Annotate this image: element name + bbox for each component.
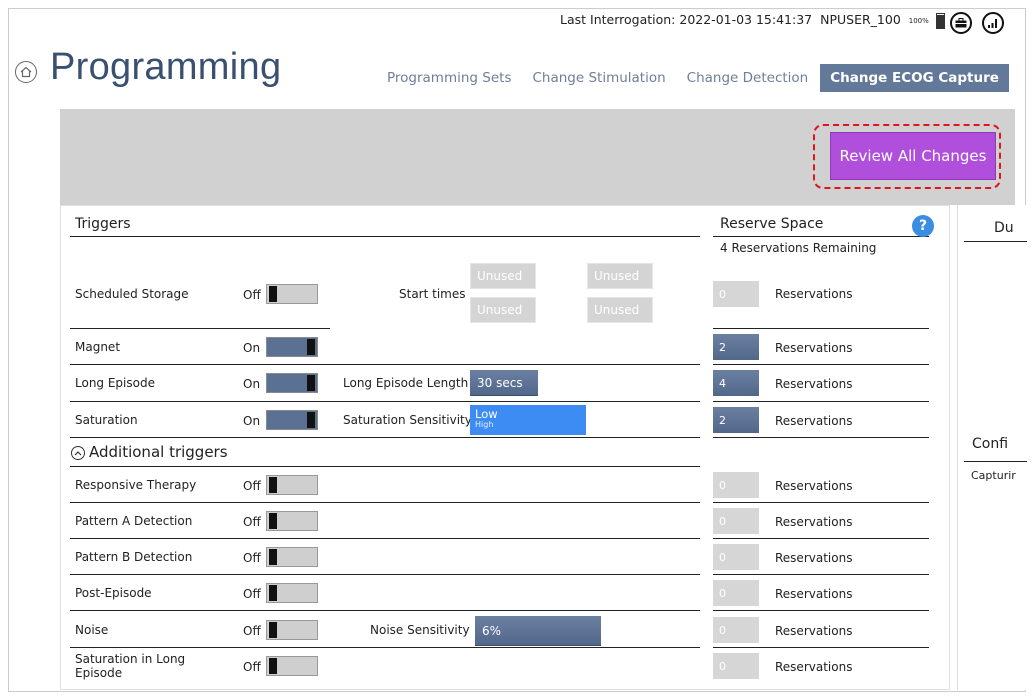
reserve-input-scheduled-storage[interactable]: 0 <box>713 281 759 307</box>
trigger-state-responsive-therapy: Off <box>243 479 261 493</box>
triggers-header: Triggers <box>75 216 131 232</box>
trigger-label-pattern-a-detection: Pattern A Detection <box>75 514 193 528</box>
tab-bar: Programming Sets Change Stimulation Chan… <box>387 64 1009 92</box>
user-name: NPUSER_100 <box>820 12 901 27</box>
reservations-label: Reservations <box>775 660 853 674</box>
reserve-space-header: Reserve Space <box>720 216 824 232</box>
tab-change-detection[interactable]: Change Detection <box>687 70 809 86</box>
toggle-pattern-b-detection[interactable] <box>266 547 318 567</box>
toggle-responsive-therapy[interactable] <box>266 475 318 495</box>
toggle-noise[interactable] <box>266 620 318 640</box>
toggle-pattern-a-detection[interactable] <box>266 511 318 531</box>
start-time-slot-1[interactable]: Unused <box>470 263 536 289</box>
reservations-label: Reservations <box>775 624 853 638</box>
side-header-config: Confi <box>972 436 1009 452</box>
noise-sensitivity-label: Noise Sensitivity <box>370 623 470 637</box>
additional-triggers-header[interactable]: Additional triggers <box>89 443 228 461</box>
start-time-slot-4[interactable]: Unused <box>587 297 653 323</box>
battery-percent: 100% <box>908 16 929 25</box>
trigger-label-scheduled-storage: Scheduled Storage <box>75 287 189 301</box>
saturation-sensitivity-value: Low <box>475 407 498 421</box>
side-header-duration: Du <box>994 220 1014 236</box>
reserve-input-post-episode[interactable]: 0 <box>713 580 759 606</box>
review-all-changes-button[interactable]: Review All Changes <box>830 132 996 180</box>
trigger-label-long-episode: Long Episode <box>75 376 155 390</box>
side-capturing-text: Capturir <box>971 469 1016 482</box>
help-icon[interactable]: ? <box>912 215 934 237</box>
trigger-label-magnet: Magnet <box>75 340 121 354</box>
start-times-label: Start times <box>399 287 466 301</box>
tab-programming-sets[interactable]: Programming Sets <box>387 70 511 86</box>
toggle-long-episode[interactable] <box>266 373 318 393</box>
battery-icon <box>935 12 945 29</box>
reservations-label: Reservations <box>775 551 853 565</box>
start-time-slot-3[interactable]: Unused <box>470 297 536 323</box>
tab-change-ecog-capture[interactable]: Change ECOG Capture <box>820 64 1009 92</box>
trigger-state-noise: Off <box>243 624 261 638</box>
saturation-sensitivity-alt: High <box>475 420 494 429</box>
trigger-state-scheduled-storage: Off <box>243 288 261 302</box>
side-panel: Du Confi Capturir <box>957 205 1027 690</box>
reservations-label: Reservations <box>775 287 853 301</box>
trigger-state-long-episode: On <box>243 377 261 391</box>
long-episode-length-label: Long Episode Length <box>343 376 469 390</box>
reservations-label: Reservations <box>775 515 853 529</box>
tab-change-stimulation[interactable]: Change Stimulation <box>532 70 665 86</box>
reservations-label: Reservations <box>775 341 853 355</box>
trigger-label-post-episode: Post-Episode <box>75 586 152 600</box>
reservations-label: Reservations <box>775 587 853 601</box>
saturation-sensitivity-select[interactable]: Low High <box>470 405 586 435</box>
reservations-label: Reservations <box>775 479 853 493</box>
long-episode-length-select[interactable]: 30 secs <box>470 370 538 396</box>
reserve-input-responsive-therapy[interactable]: 0 <box>713 472 759 498</box>
page-title: Programming <box>50 46 282 88</box>
trigger-state-pattern-a-detection: Off <box>243 515 261 529</box>
reserve-input-pattern-b-detection[interactable]: 0 <box>713 544 759 570</box>
trigger-label-pattern-b-detection: Pattern B Detection <box>75 550 193 564</box>
reserve-input-long-episode[interactable]: 4 <box>713 370 759 396</box>
trigger-label-noise: Noise <box>75 623 109 637</box>
reserve-input-magnet[interactable]: 2 <box>713 334 759 360</box>
reservations-label: Reservations <box>775 414 853 428</box>
trigger-state-saturation: On <box>243 414 261 428</box>
trigger-label-saturation-in-long-episode: Saturation in Long Episode <box>75 652 186 680</box>
trigger-label-saturation: Saturation <box>75 413 138 427</box>
top-icons <box>950 12 1004 34</box>
reserve-input-saturation-in-long-episode[interactable]: 0 <box>713 653 759 679</box>
reservations-label: Reservations <box>775 377 853 391</box>
reserve-input-noise[interactable]: 0 <box>713 617 759 643</box>
toggle-scheduled-storage[interactable] <box>266 284 318 304</box>
trigger-state-post-episode: Off <box>243 587 261 601</box>
saturation-sensitivity-label: Saturation Sensitivity <box>343 413 472 427</box>
trigger-state-saturation-in-long-episode: Off <box>243 660 261 674</box>
trigger-state-magnet: On <box>243 341 261 355</box>
home-icon[interactable] <box>15 61 37 83</box>
start-time-slot-2[interactable]: Unused <box>587 263 653 289</box>
last-interrogation: Last Interrogation: 2022-01-03 15:41:37 <box>560 12 813 27</box>
toggle-saturation[interactable] <box>266 410 318 430</box>
signal-icon[interactable] <box>982 12 1004 34</box>
briefcase-icon[interactable] <box>950 12 972 34</box>
trigger-state-pattern-b-detection: Off <box>243 551 261 565</box>
reservations-remaining: 4 Reservations Remaining <box>720 241 877 255</box>
toggle-post-episode[interactable] <box>266 583 318 603</box>
noise-sensitivity-select[interactable]: 6% <box>475 616 601 646</box>
chevron-up-icon[interactable] <box>71 446 85 460</box>
reserve-input-pattern-a-detection[interactable]: 0 <box>713 508 759 534</box>
trigger-label-responsive-therapy: Responsive Therapy <box>75 478 197 492</box>
toggle-saturation-in-long-episode[interactable] <box>266 656 318 676</box>
toggle-magnet[interactable] <box>266 337 318 357</box>
reserve-input-saturation[interactable]: 2 <box>713 407 759 433</box>
status-bar: Last Interrogation: 2022-01-03 15:41:37 … <box>560 12 945 29</box>
